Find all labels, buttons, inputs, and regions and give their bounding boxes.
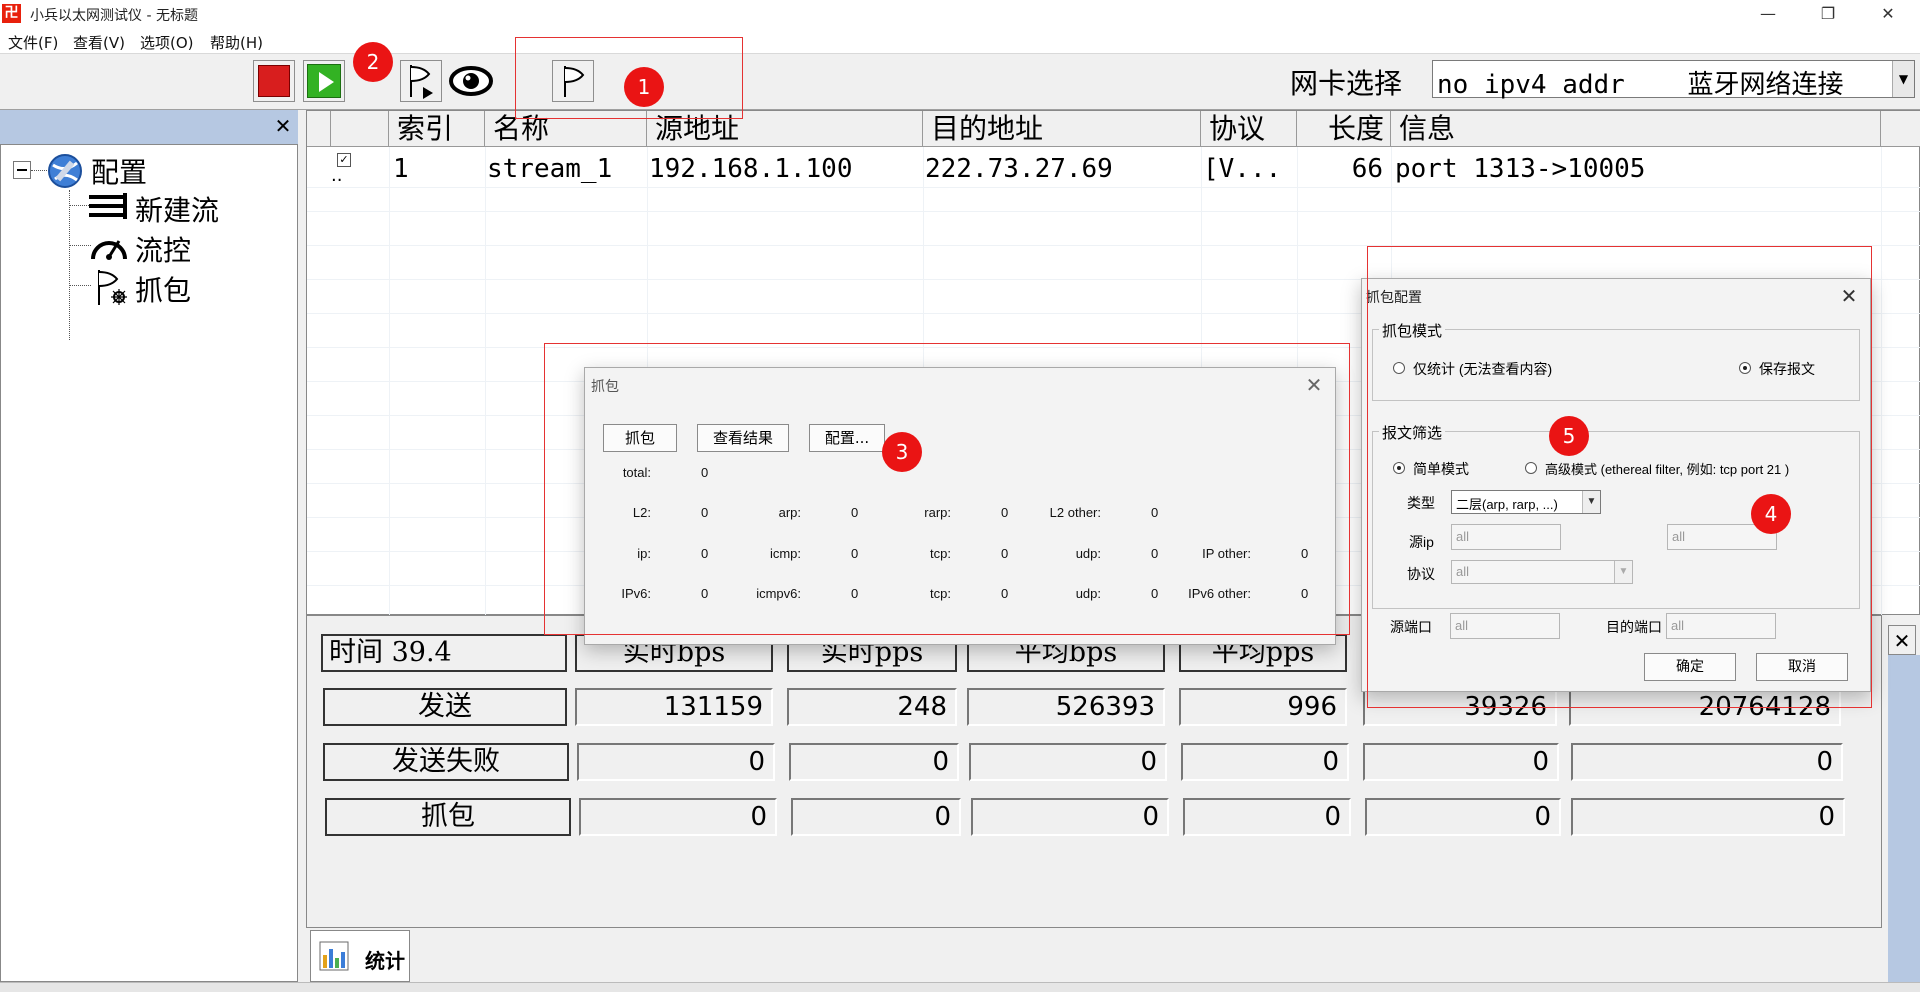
cap-avg-pps: 0 xyxy=(1183,798,1351,836)
status-strip xyxy=(0,982,1920,992)
config-globe-icon xyxy=(48,154,82,188)
tree-item-capture[interactable]: 抓包 xyxy=(135,269,191,309)
cap-col6: 0 xyxy=(1571,798,1845,836)
cell-info: port 1313->10005 xyxy=(1395,154,1646,184)
fail-realtime-bps: 0 xyxy=(577,743,775,781)
tree-item-new-stream[interactable]: 新建流 xyxy=(135,189,219,229)
nic-select-value: no ipv4 addr 蓝牙网络连接 xyxy=(1437,70,1844,100)
collapse-toggle[interactable] xyxy=(13,161,31,179)
restore-button[interactable]: ❐ xyxy=(1798,0,1858,29)
annotation-badge-3: 3 xyxy=(882,432,922,472)
send-avg-bps: 526393 xyxy=(967,688,1165,726)
right-panel xyxy=(1888,655,1920,985)
eye-icon xyxy=(449,66,493,96)
annotation-badge-2: 2 xyxy=(353,42,393,82)
row-label-send: 发送 xyxy=(323,688,567,726)
time-label: 时间 39.4 xyxy=(321,634,567,672)
left-panel-header: ✕ xyxy=(0,110,298,144)
tab-statistics-label: 统计 xyxy=(365,949,405,973)
capture-flag-play-icon xyxy=(410,65,433,99)
stop-icon xyxy=(258,65,290,97)
fail-avg-bps: 0 xyxy=(969,743,1167,781)
minimize-button[interactable]: — xyxy=(1738,0,1798,29)
annotation-box xyxy=(544,343,1350,635)
toolbar: 网卡选择 no ipv4 addr 蓝牙网络连接 ▼ xyxy=(0,54,1920,110)
play-icon xyxy=(307,64,341,98)
tree-root-label[interactable]: 配置 xyxy=(91,151,147,191)
send-realtime-bps: 131159 xyxy=(575,688,773,726)
chevron-down-icon[interactable]: ▼ xyxy=(1892,61,1914,97)
col-dst[interactable]: 目的地址 xyxy=(923,111,1201,147)
capture-run-button[interactable] xyxy=(400,60,442,102)
view-button[interactable] xyxy=(448,60,493,102)
menu-file[interactable]: 文件(F) xyxy=(8,32,58,53)
col-proto[interactable]: 协议 xyxy=(1201,111,1297,147)
title-bar: 卍 小兵以太网测试仪 - 无标题 — ❐ ✕ xyxy=(0,0,1920,29)
row-label-send-failed: 发送失败 xyxy=(323,743,569,781)
nic-label: 网卡选择 xyxy=(1290,67,1403,100)
row-marker-icon: .. xyxy=(331,165,343,186)
annotation-box xyxy=(1367,246,1872,708)
tree-item-flow-control[interactable]: 流控 xyxy=(135,229,191,269)
new-stream-icon xyxy=(89,193,127,219)
start-button[interactable] xyxy=(303,60,345,102)
menu-help[interactable]: 帮助(H) xyxy=(210,32,263,53)
right-panel-close-icon[interactable]: ✕ xyxy=(1888,625,1916,655)
stop-button[interactable] xyxy=(253,60,295,102)
row-label-capture: 抓包 xyxy=(325,798,571,836)
close-icon[interactable]: ✕ xyxy=(272,114,294,138)
left-panel: ✕ 配置 新建流 流控 抓包 xyxy=(0,110,300,985)
col-index[interactable]: 索引 xyxy=(389,111,485,147)
app-icon: 卍 xyxy=(2,4,21,23)
fail-realtime-pps: 0 xyxy=(789,743,959,781)
cap-realtime-bps: 0 xyxy=(579,798,777,836)
cap-realtime-pps: 0 xyxy=(791,798,961,836)
cell-index: 1 xyxy=(393,154,409,184)
cell-src: 192.168.1.100 xyxy=(649,154,853,184)
annotation-badge-4: 4 xyxy=(1751,494,1791,534)
tab-statistics[interactable]: 统计 xyxy=(310,930,410,982)
col-len[interactable]: 长度 xyxy=(1297,111,1391,147)
menu-bar: 文件(F) 查看(V) 选项(O) 帮助(H) xyxy=(0,29,1920,54)
bar-chart-icon xyxy=(319,941,349,971)
menu-view[interactable]: 查看(V) xyxy=(73,32,125,53)
menu-options[interactable]: 选项(O) xyxy=(140,32,194,53)
config-tree: 配置 新建流 流控 抓包 xyxy=(0,144,298,982)
annotation-badge-5: 5 xyxy=(1549,416,1589,456)
col-info[interactable]: 信息 xyxy=(1391,111,1881,147)
nic-select[interactable]: no ipv4 addr 蓝牙网络连接 ▼ xyxy=(1432,60,1915,100)
minus-icon xyxy=(17,169,27,171)
gauge-icon xyxy=(91,240,127,260)
fail-col5: 0 xyxy=(1363,743,1559,781)
send-avg-pps: 996 xyxy=(1179,688,1347,726)
cell-proto: [V... xyxy=(1203,154,1282,184)
annotation-badge-1: 1 xyxy=(624,67,664,107)
window-title: 小兵以太网测试仪 - 无标题 xyxy=(30,8,198,24)
cap-avg-bps: 0 xyxy=(971,798,1169,836)
fail-col6: 0 xyxy=(1571,743,1843,781)
cell-len: 66 xyxy=(1351,154,1383,184)
send-realtime-pps: 248 xyxy=(787,688,957,726)
cell-dst: 222.73.27.69 xyxy=(925,154,1113,184)
fail-avg-pps: 0 xyxy=(1181,743,1349,781)
cell-name: stream_1 xyxy=(487,154,613,184)
capture-settings-icon xyxy=(98,270,127,305)
close-window-button[interactable]: ✕ xyxy=(1858,0,1918,29)
cap-col5: 0 xyxy=(1365,798,1561,836)
